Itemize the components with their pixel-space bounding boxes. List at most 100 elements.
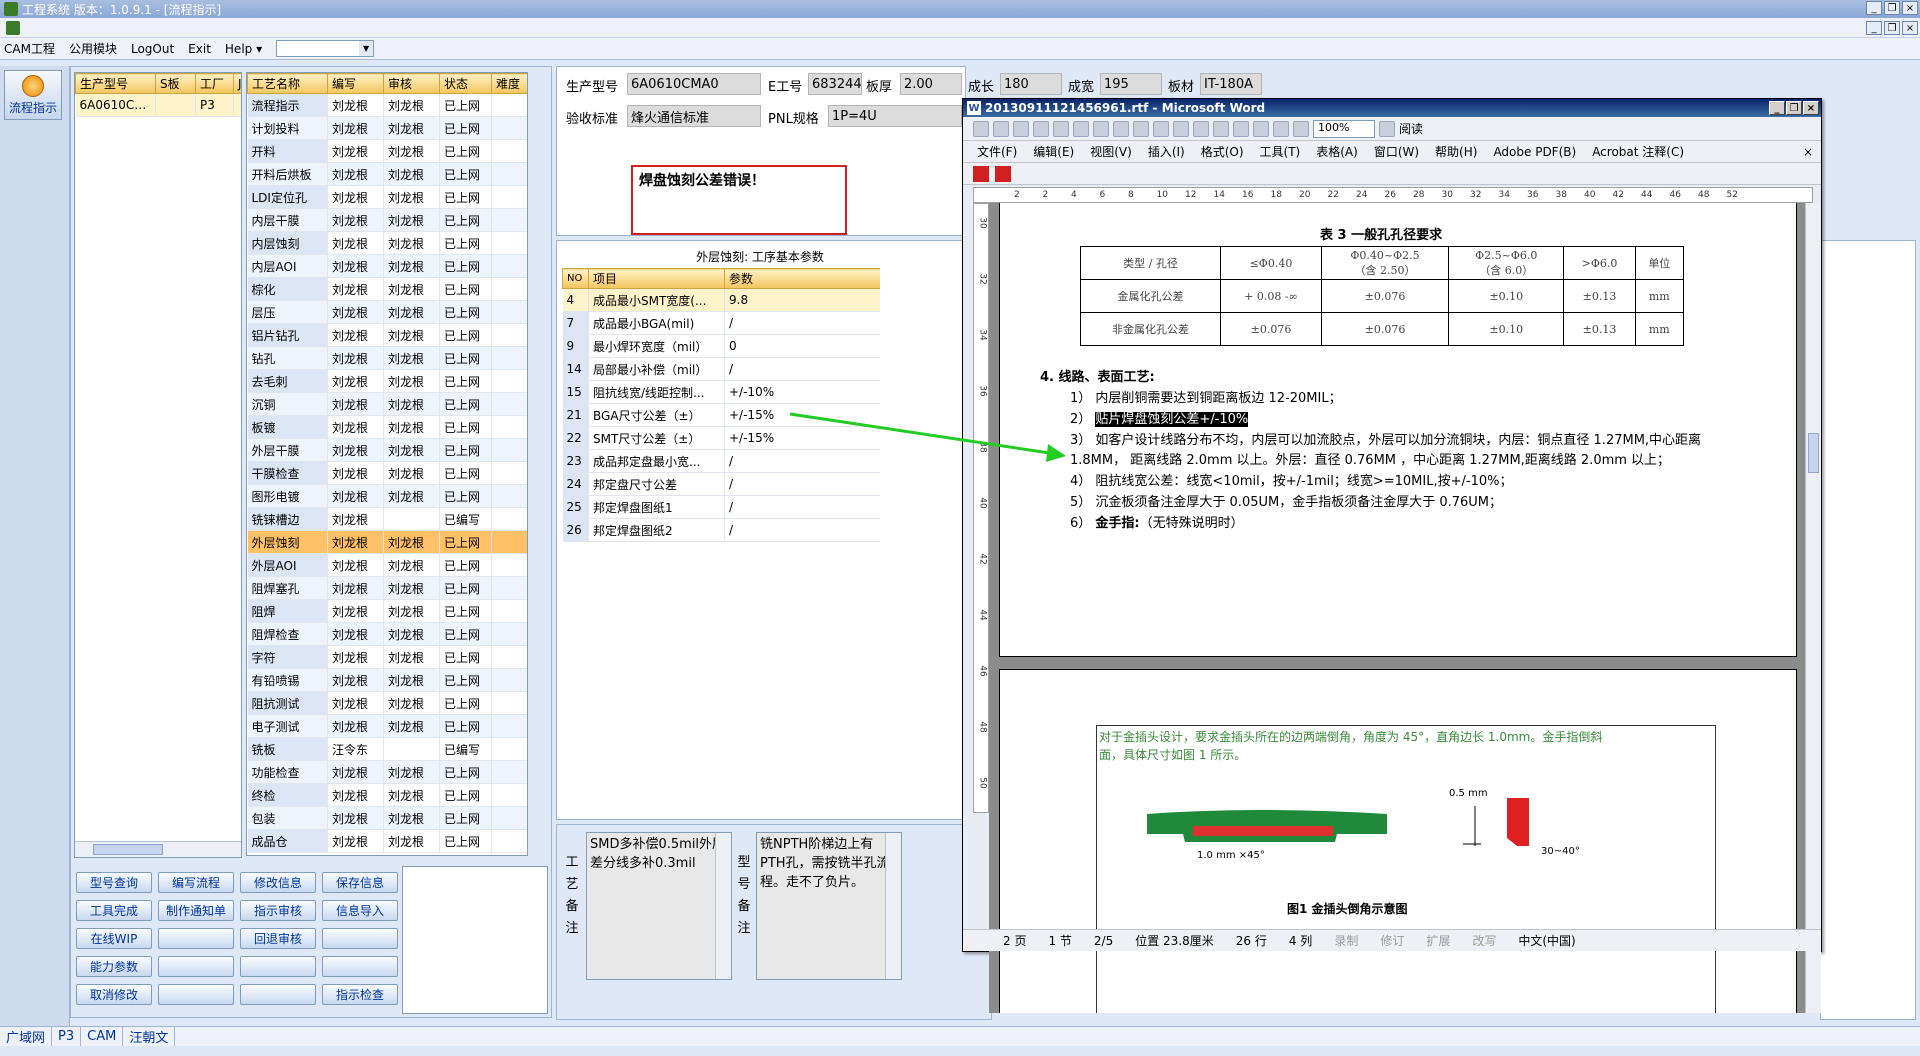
action-button[interactable]: 信息导入 <box>322 900 398 921</box>
close-doc-button[interactable]: × <box>1803 145 1813 159</box>
action-button[interactable]: 制作通知单 <box>158 900 234 921</box>
pdf-icon[interactable] <box>973 165 989 182</box>
table-row[interactable]: 外层干膜 刘龙根 刘龙根 已上网 <box>247 438 527 462</box>
table-row[interactable]: 钻孔 刘龙根 刘龙根 已上网 <box>247 346 527 370</box>
table-row[interactable]: 铣铼槽边 刘龙根 已编写 <box>247 507 527 531</box>
material-field[interactable]: IT-180A <box>1200 73 1262 95</box>
table-row[interactable]: 功能检查 刘龙根 刘龙根 已上网 <box>247 760 527 784</box>
status-ovr[interactable]: 改写 <box>1472 932 1496 949</box>
redo-icon[interactable] <box>1213 120 1229 137</box>
model-notes-memo[interactable]: 铣NPTH阶梯边上有PTH孔，需按铣半孔流程。走不了负片。 <box>756 832 902 980</box>
reading-button[interactable]: 阅读 <box>1399 120 1423 137</box>
action-button[interactable]: 指示审核 <box>240 900 316 921</box>
action-button[interactable] <box>158 928 234 949</box>
menu-help[interactable]: Help ▾ <box>225 42 262 56</box>
status-ext[interactable]: 扩展 <box>1426 932 1450 949</box>
process-notes-memo[interactable]: SMD多补偿0.5mil外层差分线多补0.3mil <box>586 832 732 980</box>
status-rev[interactable]: 修订 <box>1380 932 1404 949</box>
word-menu-tools[interactable]: 工具(T) <box>1260 143 1301 160</box>
table-row[interactable]: 电子测试 刘龙根 刘龙根 已上网 <box>247 714 527 738</box>
menu-select[interactable]: ▼ <box>276 40 375 57</box>
model-field[interactable]: 6A0610CMA0 <box>627 73 761 95</box>
action-button[interactable]: 修改信息 <box>240 872 316 893</box>
undo-icon[interactable] <box>1193 120 1209 137</box>
table-row[interactable]: 成品仓 刘龙根 刘龙根 已上网 <box>247 829 527 853</box>
restore-button[interactable]: ❐ <box>1884 1 1900 15</box>
memo-scrollbar[interactable] <box>715 833 731 979</box>
e-field[interactable]: 683244 <box>808 73 862 95</box>
pnl-field[interactable]: 1P=4U <box>828 105 962 127</box>
action-button[interactable] <box>158 956 234 977</box>
word-vscroll[interactable] <box>1805 203 1821 1013</box>
table-row[interactable]: 9 最小焊环宽度（mil） 0 <box>562 334 880 358</box>
item-header[interactable]: 项目 <box>588 268 725 289</box>
process-name-header[interactable]: 工艺名称 <box>247 73 328 94</box>
table-row[interactable]: 阻焊检查 刘龙根 刘龙根 已上网 <box>247 622 527 646</box>
spelling-icon[interactable] <box>1093 120 1109 137</box>
difficulty-header[interactable]: 难度 <box>491 73 527 94</box>
table-row[interactable]: 铣板 汪令东 已编写 <box>247 737 527 761</box>
length-field[interactable]: 180 <box>1000 73 1062 95</box>
table-row[interactable]: 26 邦定焊盘图纸2/ <box>562 518 880 542</box>
action-button[interactable] <box>240 984 316 1005</box>
table-row[interactable]: 字符 刘龙根 刘龙根 已上网 <box>247 645 527 669</box>
print-icon[interactable] <box>1053 120 1069 137</box>
child-restore-button[interactable]: ❐ <box>1884 21 1900 35</box>
permission-icon[interactable] <box>1033 120 1049 137</box>
word-menu-window[interactable]: 窗口(W) <box>1374 143 1419 160</box>
table-row[interactable]: 6A0610CMA0 P3 <box>75 93 241 117</box>
word-menu-insert[interactable]: 插入(I) <box>1148 143 1185 160</box>
table-row[interactable]: 内层蚀刻 刘龙根 刘龙根 已上网 <box>247 231 527 255</box>
table-row[interactable]: 包装 刘龙根 刘龙根 已上网 <box>247 806 527 830</box>
status-rec[interactable]: 录制 <box>1334 932 1358 949</box>
paste-icon[interactable] <box>1153 120 1169 137</box>
table-row[interactable]: 外层蚀刻 刘龙根 刘龙根 已上网 <box>247 530 527 554</box>
action-button[interactable] <box>322 928 398 949</box>
horizontal-ruler[interactable]: 2 2 4 6 8 10 12 14 16 18 20 22 24 26 28 30 32 34 36 38 40 42 4… <box>973 187 1813 203</box>
model-grid-hscroll[interactable] <box>75 841 241 857</box>
standard-field[interactable]: 烽火通信标准 <box>627 105 761 127</box>
help-icon[interactable] <box>1379 120 1395 137</box>
action-button[interactable]: 保存信息 <box>322 872 398 893</box>
table-row[interactable]: 阻焊 刘龙根 刘龙根 已上网 <box>247 599 527 623</box>
scroll-thumb[interactable] <box>1808 433 1819 473</box>
action-button[interactable]: 工具完成 <box>76 900 152 921</box>
table-row[interactable]: 阻抗测试 刘龙根 刘龙根 已上网 <box>247 691 527 715</box>
drawing-icon[interactable] <box>1293 120 1309 137</box>
table-row[interactable]: 内层AOI 刘龙根 刘龙根 已上网 <box>247 254 527 278</box>
word-menu-format[interactable]: 格式(O) <box>1201 143 1244 160</box>
table-row[interactable]: 去毛刺 刘龙根 刘龙根 已上网 <box>247 369 527 393</box>
action-button[interactable] <box>240 956 316 977</box>
word-menu-edit[interactable]: 编辑(E) <box>1033 143 1074 160</box>
save-icon[interactable] <box>1013 120 1029 137</box>
table-row[interactable]: 计划投料 刘龙根 刘龙根 已上网 <box>247 116 527 140</box>
action-button[interactable]: 在线WIP <box>76 928 152 949</box>
table-row[interactable]: 阻焊塞孔 刘龙根 刘龙根 已上网 <box>247 576 527 600</box>
table-row[interactable]: 25 邦定焊盘图纸1/ <box>562 495 880 519</box>
author-header[interactable]: 编写 <box>327 73 384 94</box>
close-button[interactable]: × <box>1902 1 1918 15</box>
word-minimize-button[interactable]: _ <box>1769 101 1785 115</box>
vertical-ruler[interactable]: 30 32 34 36 38 40 42 44 46 48 50 <box>973 203 989 813</box>
word-menu-table[interactable]: 表格(A) <box>1316 143 1358 160</box>
table-row[interactable]: 开料 刘龙根 刘龙根 已上网 <box>247 139 527 163</box>
columns-icon[interactable] <box>1273 120 1289 137</box>
action-button[interactable]: 型号查询 <box>76 872 152 893</box>
table-row[interactable]: 终检 刘龙根 刘龙根 已上网 <box>247 783 527 807</box>
table-row[interactable]: 棕化 刘龙根 刘龙根 已上网 <box>247 277 527 301</box>
table-row[interactable]: LDI定位孔 刘龙根 刘龙根 已上网 <box>247 185 527 209</box>
copy-icon[interactable] <box>1133 120 1149 137</box>
table-row[interactable]: 沉铜 刘龙根 刘龙根 已上网 <box>247 392 527 416</box>
action-button[interactable] <box>322 956 398 977</box>
hyperlink-icon[interactable] <box>1233 120 1249 137</box>
model-col-header[interactable]: 生产型号 <box>75 73 156 94</box>
table-icon[interactable] <box>1253 120 1269 137</box>
format-painter-icon[interactable] <box>1173 120 1189 137</box>
table-row[interactable]: 有铅喷锡 刘龙根 刘龙根 已上网 <box>247 668 527 692</box>
open-icon[interactable] <box>993 120 1009 137</box>
action-button[interactable]: 回退审核 <box>240 928 316 949</box>
no-header[interactable]: NO <box>562 268 589 289</box>
thickness-field[interactable]: 2.00 <box>900 73 962 95</box>
reviewer-header[interactable]: 审核 <box>383 73 440 94</box>
action-button[interactable]: 取消修改 <box>76 984 152 1005</box>
